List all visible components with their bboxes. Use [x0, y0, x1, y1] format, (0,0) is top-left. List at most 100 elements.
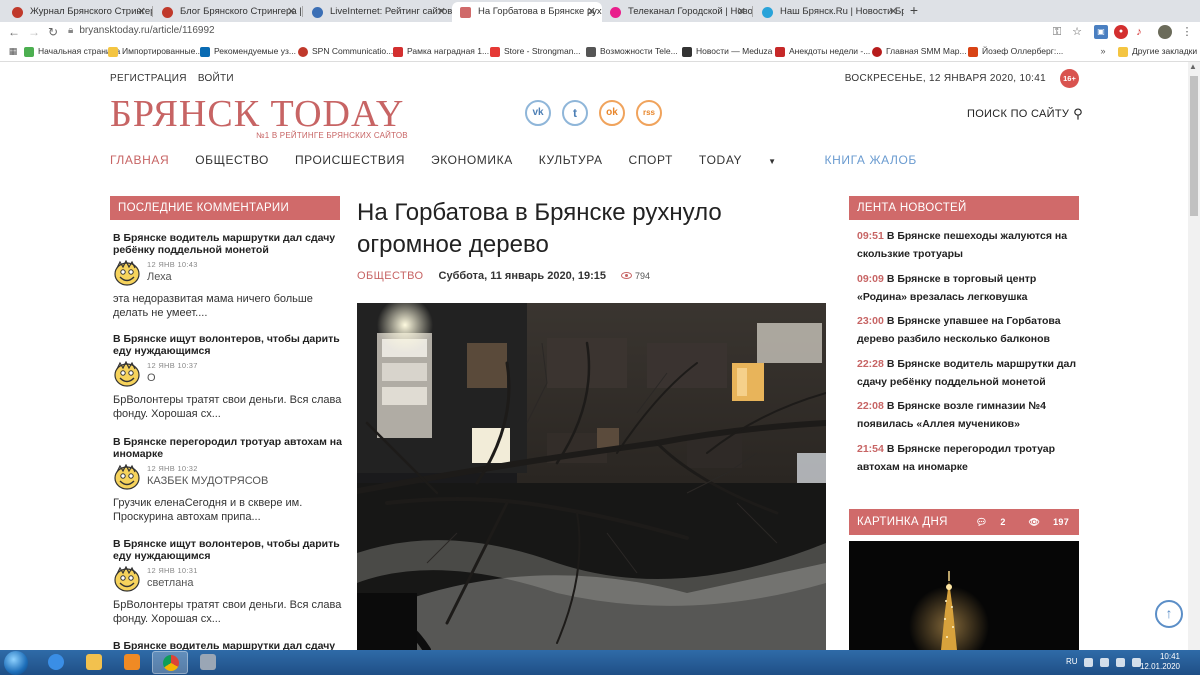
back-icon[interactable]: ←	[8, 25, 20, 39]
news-title[interactable]: В Брянске перегородил тротуар автохам на…	[857, 443, 1055, 473]
comment-article-link[interactable]: В Брянске перегородил тротуар автохам на…	[113, 436, 345, 460]
rss-icon[interactable]: rss	[636, 100, 662, 126]
system-clock[interactable]: 10:41 12.01.2020	[1140, 652, 1180, 672]
news-item[interactable]: 21:54 В Брянске перегородил тротуар автох…	[857, 441, 1077, 476]
comment-article-link[interactable]: В Брянске водитель маршрутки дал сдачу	[113, 640, 345, 650]
news-title[interactable]: В Брянске пешеходы жалуются на скользкие…	[857, 230, 1067, 260]
picture-of-day-photo[interactable]	[849, 541, 1079, 650]
close-icon[interactable]: ✕	[587, 2, 596, 22]
more-bookmarks-icon[interactable]: »	[1096, 44, 1110, 58]
comment-text[interactable]: БрВолонтеры тратят свои деньги. Вся слав…	[113, 598, 345, 626]
tray-network-icon[interactable]	[1100, 658, 1109, 667]
news-item[interactable]: 22:28 В Брянске водитель маршрутки дал сд…	[857, 356, 1077, 391]
browser-tab-4-active[interactable]: На Горбатова в Брянске рухнуло ✕	[452, 2, 602, 22]
bookmark-item[interactable]: Возможности Tele...	[586, 46, 678, 57]
other-bookmarks[interactable]: Другие закладки	[1118, 46, 1197, 57]
login-link[interactable]: ВОЙТИ	[198, 73, 234, 84]
comment-item: В Брянске водитель маршрутки дал сдачу р…	[113, 232, 345, 320]
comment-article-link[interactable]: В Брянске ищут волонтеров, чтобы дарить …	[113, 333, 345, 357]
nav-incidents[interactable]: ПРОИСШЕСТВИЯ	[295, 153, 405, 167]
key-icon[interactable]: ⚿	[1050, 25, 1064, 39]
profile-avatar-icon[interactable]	[1158, 25, 1172, 39]
taskbar-explorer-icon[interactable]	[76, 651, 112, 674]
browser-tab-2[interactable]: Блог Брянского Стрингера | Янде ✕	[154, 2, 302, 22]
comment-text[interactable]: БрВолонтеры тратят свои деньги. Вся слав…	[113, 393, 345, 421]
nav-economy[interactable]: ЭКОНОМИКА	[431, 153, 513, 167]
page-scrollbar[interactable]: ▲	[1188, 62, 1200, 650]
nav-sport[interactable]: СПОРТ	[629, 153, 673, 167]
bookmark-item[interactable]: Йозеф Оллерберг:...	[968, 46, 1063, 57]
menu-dots-icon[interactable]: ⋮	[1180, 25, 1194, 39]
comment-text[interactable]: Грузчик еленаСегодня и в сквере им. Прос…	[113, 496, 345, 524]
lock-icon: 🔒︎	[68, 25, 74, 36]
news-title[interactable]: В Брянске упавшее на Горбатова дерево ра…	[857, 315, 1061, 345]
taskbar-media-player-icon[interactable]	[114, 651, 150, 674]
scrollbar-thumb[interactable]	[1190, 76, 1198, 216]
tray-arrow-icon[interactable]	[1084, 658, 1093, 667]
news-item[interactable]: 23:00 В Брянске упавшее на Горбатова дере…	[857, 313, 1077, 348]
news-time: 09:09	[857, 273, 884, 285]
nav-complaints[interactable]: КНИГА ЖАЛОБ	[825, 153, 917, 167]
address-bar[interactable]: 🔒︎ bryansktoday.ru/article/116992	[68, 25, 215, 36]
news-item[interactable]: 09:51 В Брянске пешеходы жалуются на скол…	[857, 228, 1077, 263]
start-button-windows-icon[interactable]	[4, 651, 28, 675]
bookmark-item[interactable]: Новости — Meduza	[682, 46, 772, 57]
news-time: 21:54	[857, 443, 884, 455]
bookmark-item[interactable]: Рамка наградная 1...	[393, 46, 489, 57]
article-photo-fallen-tree[interactable]	[357, 303, 826, 650]
news-item[interactable]: 09:09 В Брянске в торговый центр «Родина»…	[857, 271, 1077, 306]
extension-icon[interactable]: ▣	[1094, 25, 1108, 39]
scroll-to-top-button[interactable]: ↑	[1155, 600, 1183, 628]
bookmark-item[interactable]: Рекомендуемые уз...	[200, 46, 296, 57]
apps-grid-icon[interactable]: ▦	[6, 44, 20, 58]
taskbar-chrome-icon[interactable]	[152, 651, 188, 674]
close-icon[interactable]: ✕	[137, 2, 146, 22]
new-tab-button[interactable]: +	[906, 3, 922, 19]
taskbar-ie-icon[interactable]	[38, 651, 74, 674]
comment-item: В Брянске ищут волонтеров, чтобы дарить …	[113, 333, 345, 421]
comment-article-link[interactable]: В Брянске водитель маршрутки дал сдачу р…	[113, 232, 345, 256]
bookmark-star-icon[interactable]: ☆	[1070, 25, 1084, 39]
site-logo[interactable]: БРЯНСК TODAY	[110, 92, 404, 136]
taskbar-app-icon[interactable]	[190, 651, 226, 674]
close-icon[interactable]: ✕	[737, 2, 746, 22]
twitter-icon[interactable]: t	[562, 100, 588, 126]
bookmark-item[interactable]: SPN Communicatio...	[298, 46, 393, 57]
news-title[interactable]: В Брянске водитель маршрутки дал сдачу р…	[857, 358, 1076, 388]
scroll-up-arrow-icon[interactable]: ▲	[1189, 62, 1197, 71]
nav-home[interactable]: ГЛАВНАЯ	[110, 153, 169, 167]
article-category-link[interactable]: ОБЩЕСТВО	[357, 270, 423, 282]
nav-culture[interactable]: КУЛЬТУРА	[539, 153, 603, 167]
input-language[interactable]: RU	[1066, 657, 1078, 666]
browser-tab-3[interactable]: LiveInternet: Рейтинг сайтов ✕	[304, 2, 452, 22]
comment-text[interactable]: эта недоразвитая мама ничего больше дела…	[113, 292, 345, 320]
tray-volume-icon[interactable]	[1116, 658, 1125, 667]
bookmark-item[interactable]: Импортированные...	[108, 46, 202, 57]
site-search[interactable]: ПОИСК ПО САЙТУ ⚲	[967, 106, 1083, 122]
comment-date: 12 ЯНВ 10:43	[147, 260, 198, 269]
close-icon[interactable]: ✕	[889, 2, 898, 22]
browser-tab-6[interactable]: Наш Брянск.Ru | Новости Брянск ✕	[754, 2, 904, 22]
browser-tab-5[interactable]: Телеканал Городской | Новости Бр ✕	[602, 2, 752, 22]
bookmark-item[interactable]: Начальная страница	[24, 46, 120, 57]
reload-icon[interactable]: ↻	[48, 25, 58, 39]
bookmark-item[interactable]: Главная SMM Мар...	[872, 46, 967, 57]
picture-comments[interactable]: 💬︎ 2	[966, 517, 1006, 527]
register-link[interactable]: РЕГИСТРАЦИЯ	[110, 73, 187, 84]
extension-music-icon[interactable]: ♪	[1132, 25, 1146, 39]
close-icon[interactable]: ✕	[287, 2, 296, 22]
vk-icon[interactable]: vk	[525, 100, 551, 126]
search-icon[interactable]: ⚲	[1073, 106, 1083, 122]
news-title[interactable]: В Брянске возле гимназии №4 появилась «А…	[857, 400, 1046, 430]
bookmark-item[interactable]: Анекдоты недели -...	[775, 46, 870, 57]
nav-society[interactable]: ОБЩЕСТВО	[195, 153, 269, 167]
forward-icon[interactable]: →	[28, 25, 40, 39]
bookmark-item[interactable]: Store - Strongman...	[490, 46, 581, 57]
nav-today-dropdown[interactable]: TODAY ▼	[699, 153, 799, 167]
close-icon[interactable]: ✕	[437, 2, 446, 22]
extension-adblock-icon[interactable]: ●	[1114, 25, 1128, 39]
news-item[interactable]: 22:08 В Брянске возле гимназии №4 появила…	[857, 398, 1077, 433]
browser-tab-1[interactable]: Журнал Брянского Стрингера ✕	[4, 2, 152, 22]
odnoklassniki-icon[interactable]: ok	[599, 100, 625, 126]
comment-article-link[interactable]: В Брянске ищут волонтеров, чтобы дарить …	[113, 538, 345, 562]
